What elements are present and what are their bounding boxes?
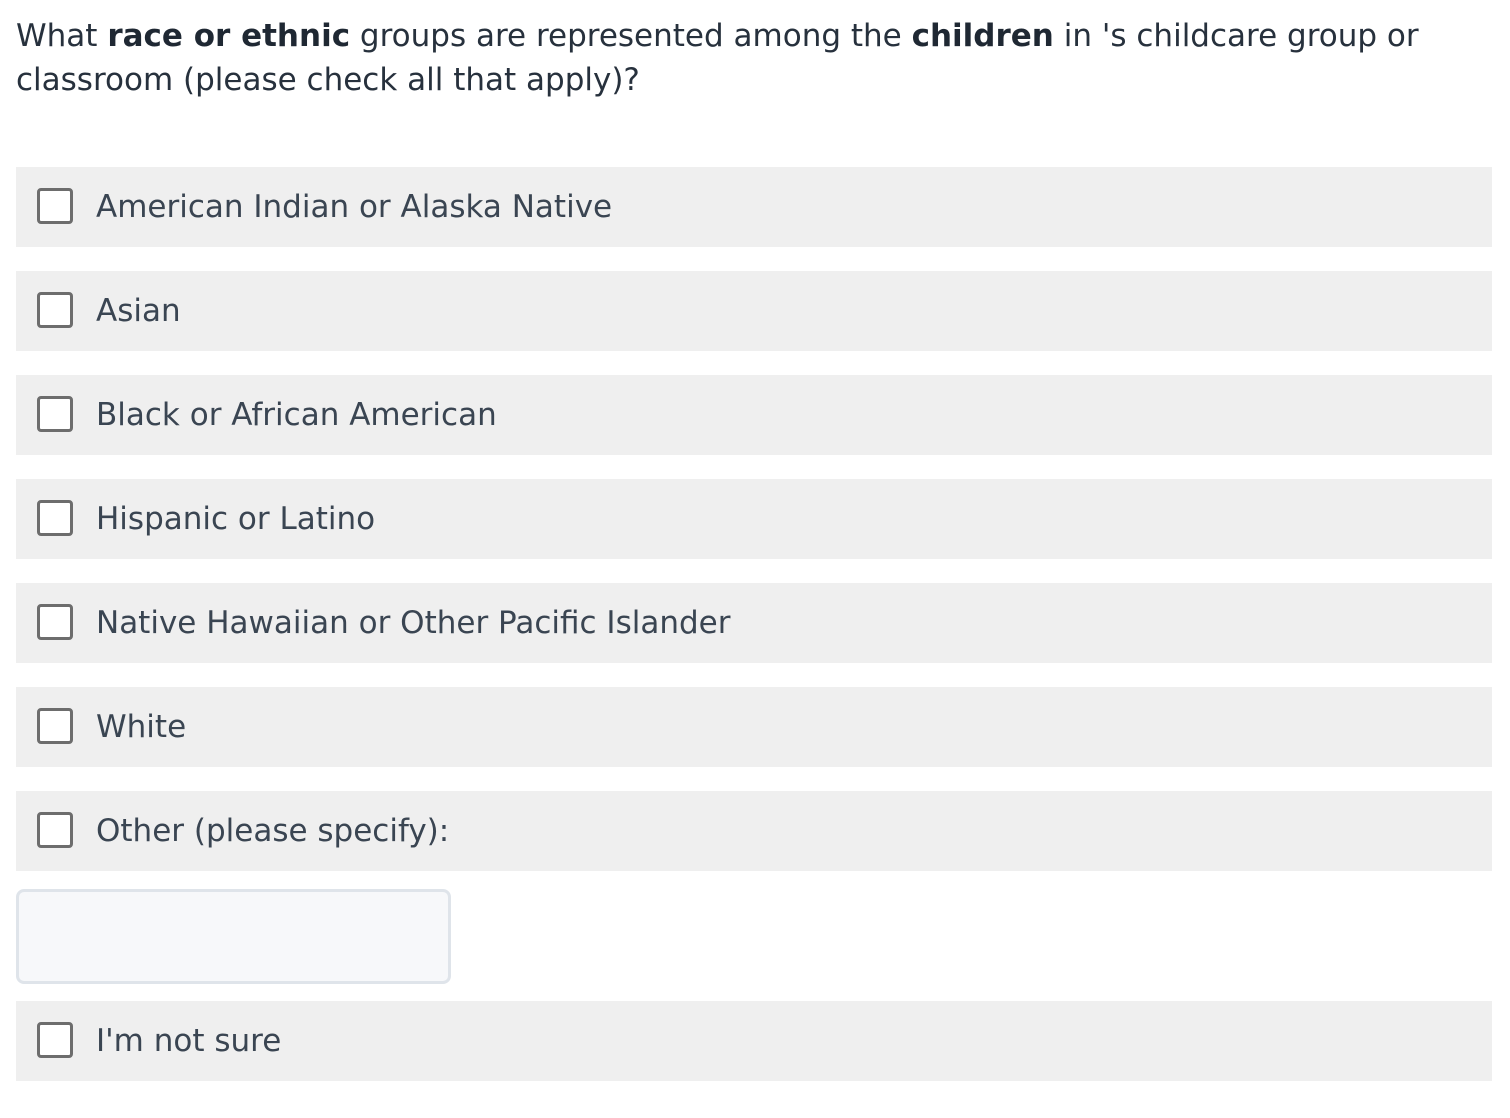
option-label: American Indian or Alaska Native — [96, 189, 613, 225]
other-specify-input[interactable] — [16, 889, 451, 984]
option-label: Hispanic or Latino — [96, 501, 376, 537]
option-label: Asian — [96, 293, 181, 329]
option-hispanic-latino[interactable]: Hispanic or Latino — [16, 479, 1492, 559]
option-white[interactable]: White — [16, 687, 1492, 767]
option-label: White — [96, 709, 187, 745]
checkbox[interactable] — [37, 1022, 73, 1058]
question-emphasis-children: children — [911, 18, 1054, 54]
option-label: Black or African American — [96, 397, 497, 433]
question-part: groups are represented among the — [350, 18, 912, 54]
question-emphasis-race: race or ethnic — [107, 18, 351, 54]
checkbox[interactable] — [37, 396, 73, 432]
checkbox[interactable] — [37, 500, 73, 536]
option-native-hawaiian[interactable]: Native Hawaiian or Other Pacific Islande… — [16, 583, 1492, 663]
checkbox[interactable] — [37, 292, 73, 328]
checkbox[interactable] — [37, 708, 73, 744]
checkbox[interactable] — [37, 812, 73, 848]
option-black-african-american[interactable]: Black or African American — [16, 375, 1492, 455]
option-other[interactable]: Other (please specify): — [16, 791, 1492, 871]
checkbox[interactable] — [37, 604, 73, 640]
option-asian[interactable]: Asian — [16, 271, 1492, 351]
option-american-indian[interactable]: American Indian or Alaska Native — [16, 167, 1492, 247]
question-text: What race or ethnic groups are represent… — [16, 14, 1494, 102]
option-label: I'm not sure — [96, 1023, 282, 1059]
question-part: What — [16, 18, 108, 54]
option-not-sure[interactable]: I'm not sure — [16, 1001, 1492, 1081]
option-label: Other (please specify): — [96, 813, 450, 849]
option-label: Native Hawaiian or Other Pacific Islande… — [96, 605, 731, 641]
checkbox[interactable] — [37, 188, 73, 224]
